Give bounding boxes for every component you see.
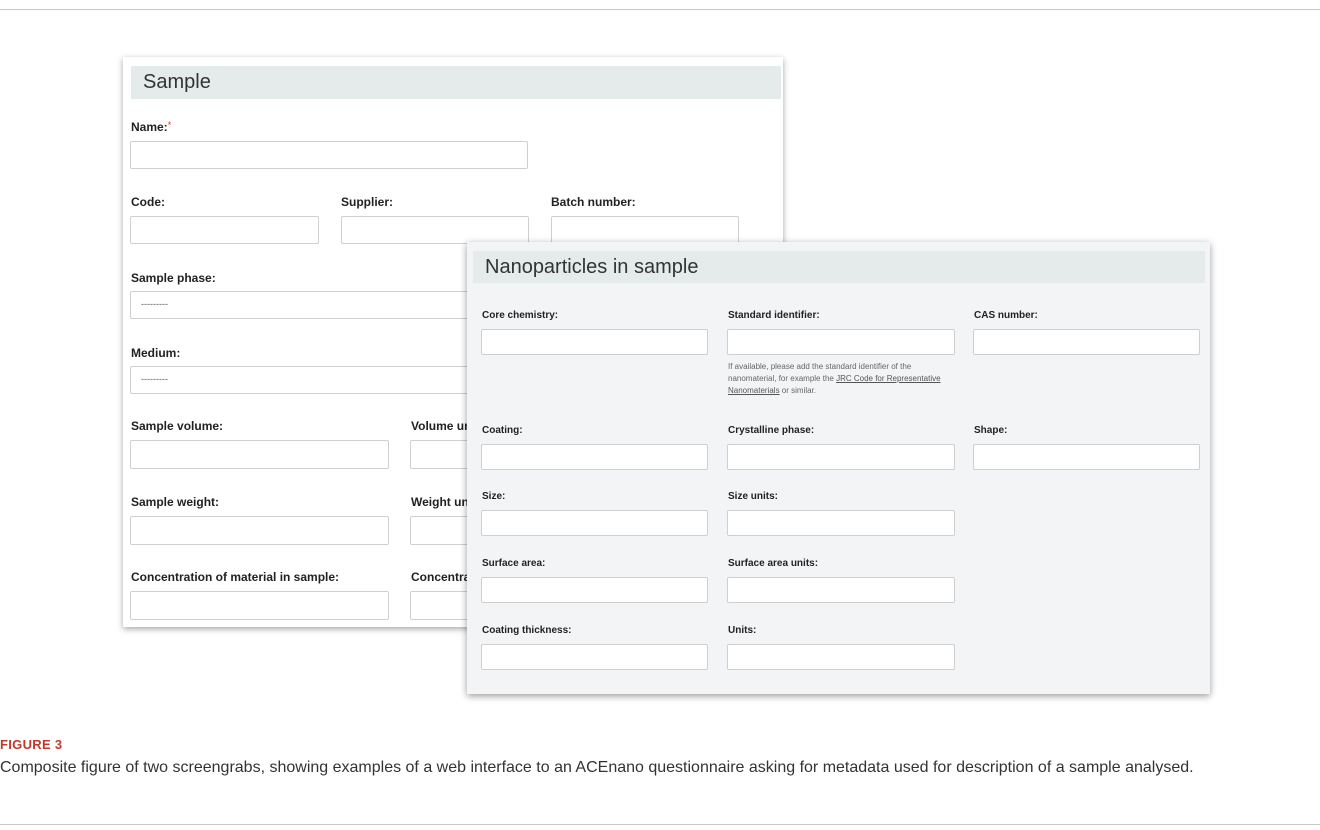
size-input[interactable] bbox=[481, 510, 708, 536]
surface-area-input[interactable] bbox=[481, 577, 708, 603]
name-label: Name:* bbox=[131, 120, 171, 134]
sample-phase-label: Sample phase: bbox=[131, 271, 216, 285]
size-units-input[interactable] bbox=[727, 510, 955, 536]
coating-input[interactable] bbox=[481, 444, 708, 470]
size-units-label: Size units: bbox=[728, 491, 779, 502]
coating-thickness-input[interactable] bbox=[481, 644, 708, 670]
coating-thickness-label: Coating thickness: bbox=[482, 625, 572, 636]
code-input[interactable] bbox=[130, 216, 319, 244]
concentration-units-label: Concentrat bbox=[411, 570, 475, 584]
shape-label: Shape: bbox=[974, 425, 1008, 436]
nanoparticles-title: Nanoparticles in sample bbox=[473, 251, 1205, 283]
sample-weight-input[interactable] bbox=[130, 516, 389, 545]
surface-area-units-input[interactable] bbox=[727, 577, 955, 603]
concentration-input[interactable] bbox=[130, 591, 389, 620]
batch-number-label: Batch number: bbox=[551, 195, 636, 209]
coating-label: Coating: bbox=[482, 425, 523, 436]
nanoparticles-form-panel: Nanoparticles in sample Core chemistry: … bbox=[467, 242, 1210, 694]
figure-caption-label: FIGURE 3 bbox=[0, 737, 63, 752]
sample-volume-label: Sample volume: bbox=[131, 419, 224, 433]
figure-caption-text: Composite figure of two screengrabs, sho… bbox=[0, 759, 1194, 776]
supplier-input[interactable] bbox=[341, 216, 529, 244]
sample-volume-input[interactable] bbox=[130, 440, 389, 469]
name-input[interactable] bbox=[130, 141, 528, 169]
standard-identifier-label: Standard identifier: bbox=[728, 310, 820, 321]
volume-units-label: Volume un bbox=[411, 419, 472, 433]
sample-title: Sample bbox=[131, 66, 781, 99]
standard-identifier-input[interactable] bbox=[727, 329, 955, 355]
shape-input[interactable] bbox=[973, 444, 1200, 470]
standard-identifier-help: If available, please add the standard id… bbox=[728, 361, 958, 397]
code-label: Code: bbox=[131, 195, 165, 209]
weight-units-label: Weight uni bbox=[411, 495, 473, 509]
crystalline-phase-input[interactable] bbox=[727, 444, 955, 470]
size-label: Size: bbox=[482, 491, 506, 502]
core-chemistry-input[interactable] bbox=[481, 329, 708, 355]
units-label: Units: bbox=[728, 625, 757, 636]
core-chemistry-label: Core chemistry: bbox=[482, 310, 559, 321]
surface-area-units-label: Surface area units: bbox=[728, 558, 819, 569]
units-input[interactable] bbox=[727, 644, 955, 670]
batch-number-input[interactable] bbox=[551, 216, 739, 244]
cas-number-label: CAS number: bbox=[974, 310, 1038, 321]
name-label-text: Name: bbox=[131, 120, 168, 134]
medium-label: Medium: bbox=[131, 346, 181, 360]
required-marker: * bbox=[167, 120, 172, 130]
sample-weight-label: Sample weight: bbox=[131, 495, 220, 509]
supplier-label: Supplier: bbox=[341, 195, 394, 209]
crystalline-phase-label: Crystalline phase: bbox=[728, 425, 815, 436]
cas-number-input[interactable] bbox=[973, 329, 1200, 355]
surface-area-label: Surface area: bbox=[482, 558, 546, 569]
help-text-end: or similar. bbox=[779, 386, 817, 395]
concentration-label: Concentration of material in sample: bbox=[131, 570, 340, 584]
